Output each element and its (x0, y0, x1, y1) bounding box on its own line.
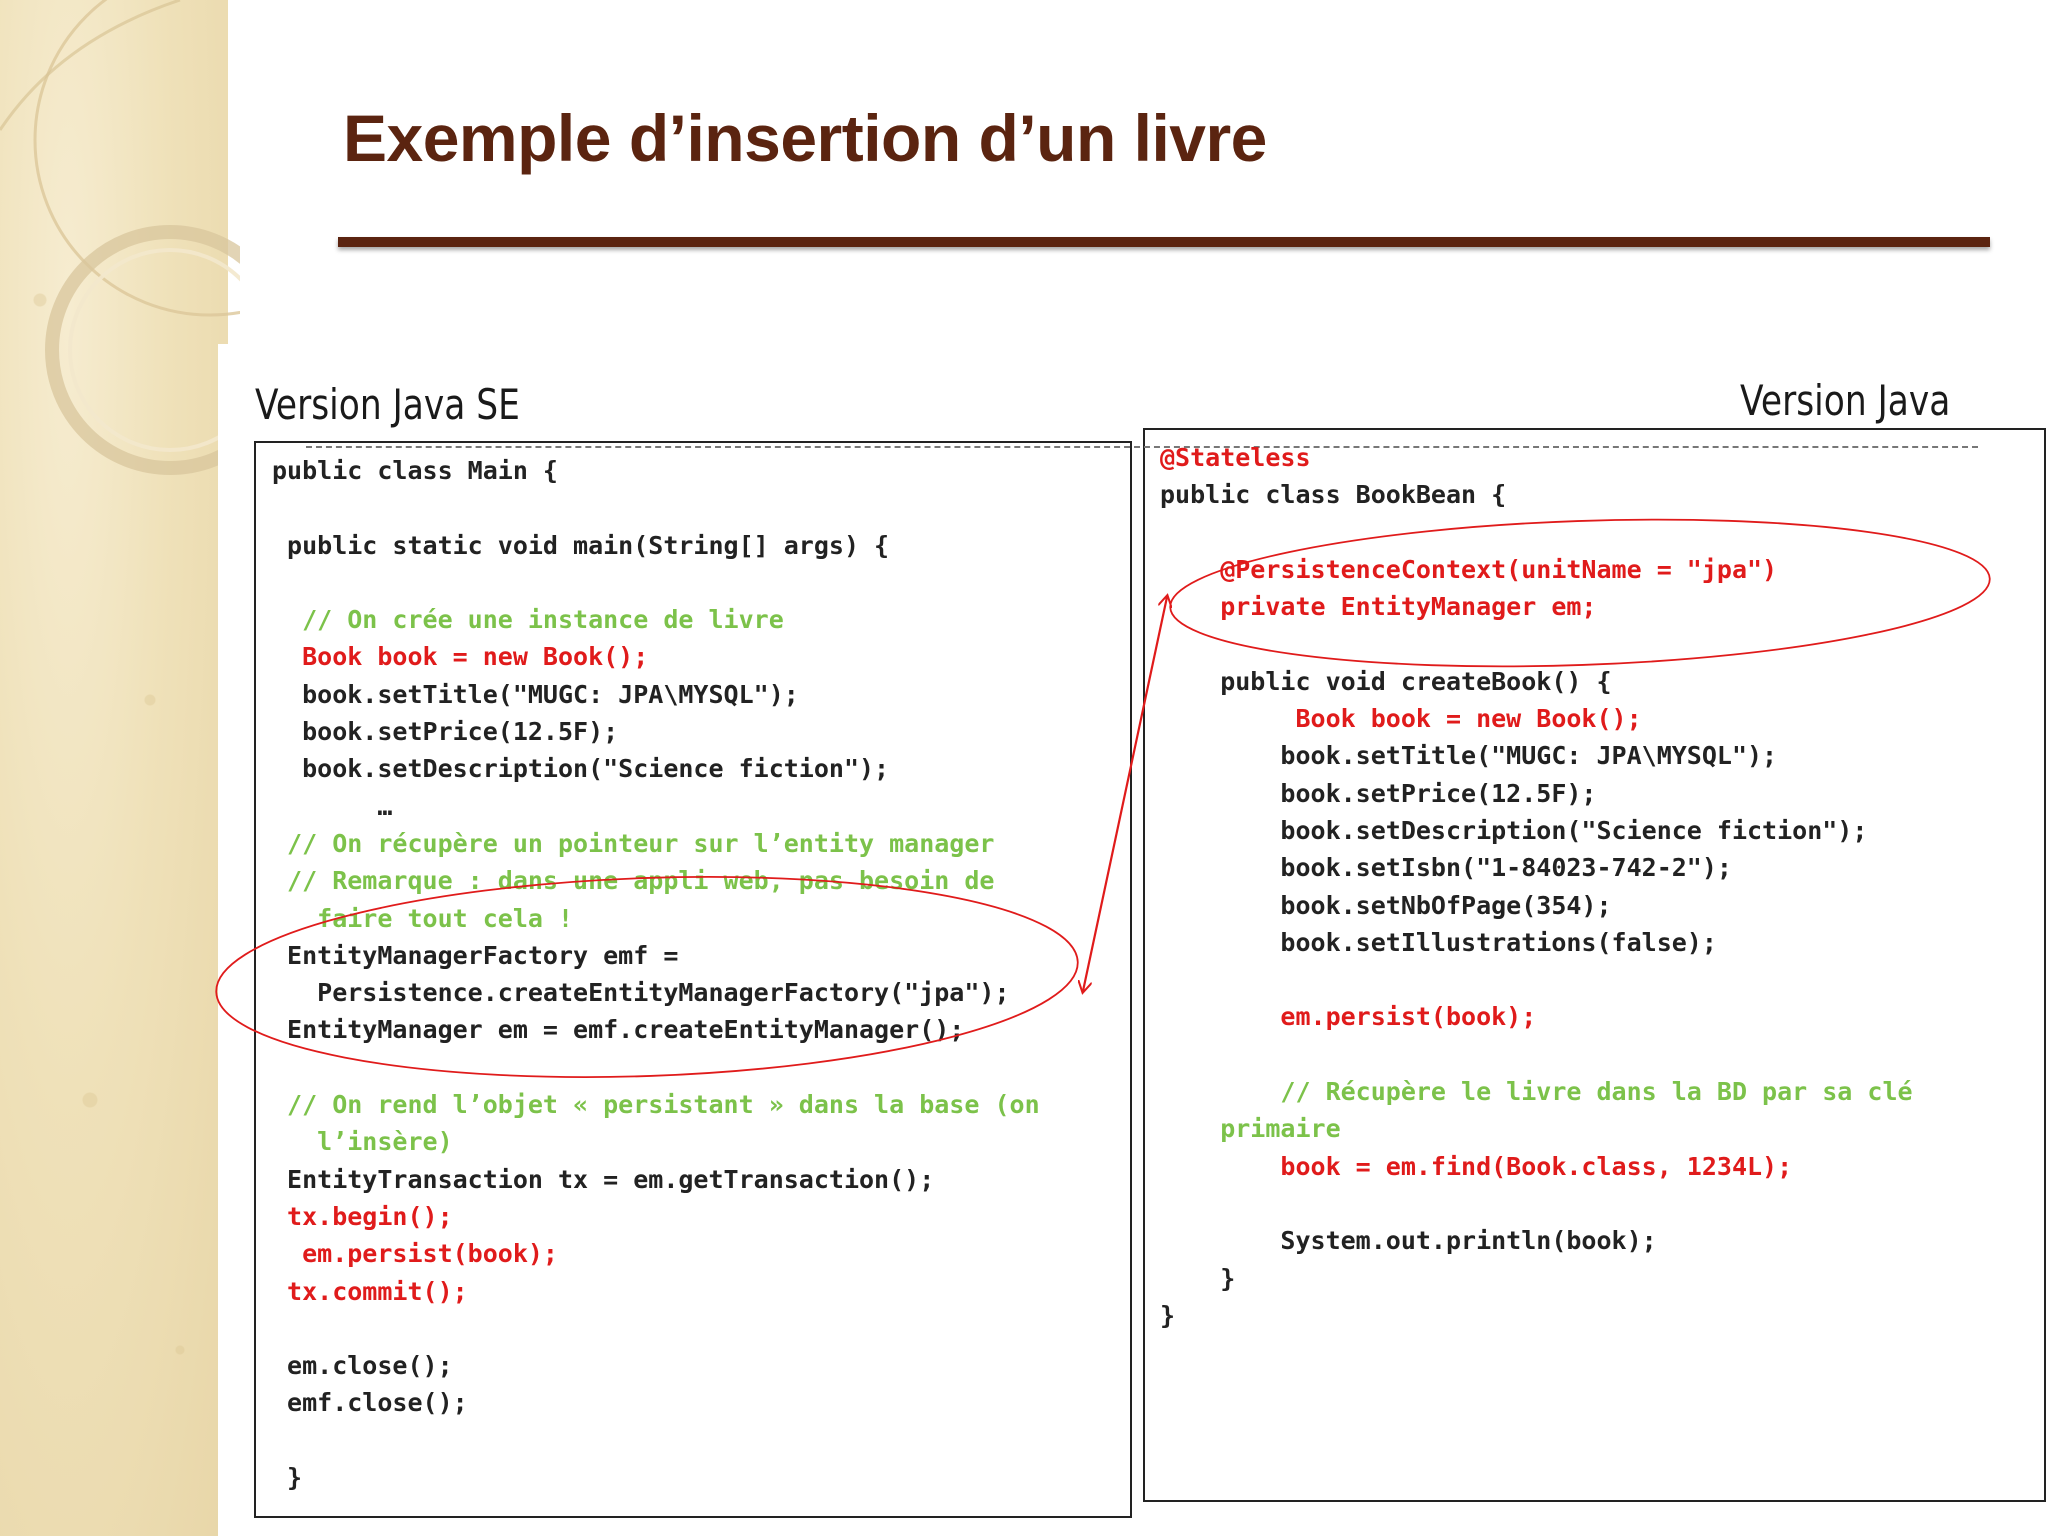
highlight-ellipse-se (215, 876, 1079, 1078)
annotation-overlay (215, 518, 1991, 1078)
connector-arrow (1083, 597, 1167, 991)
highlight-ellipse-ee (1169, 518, 1991, 668)
